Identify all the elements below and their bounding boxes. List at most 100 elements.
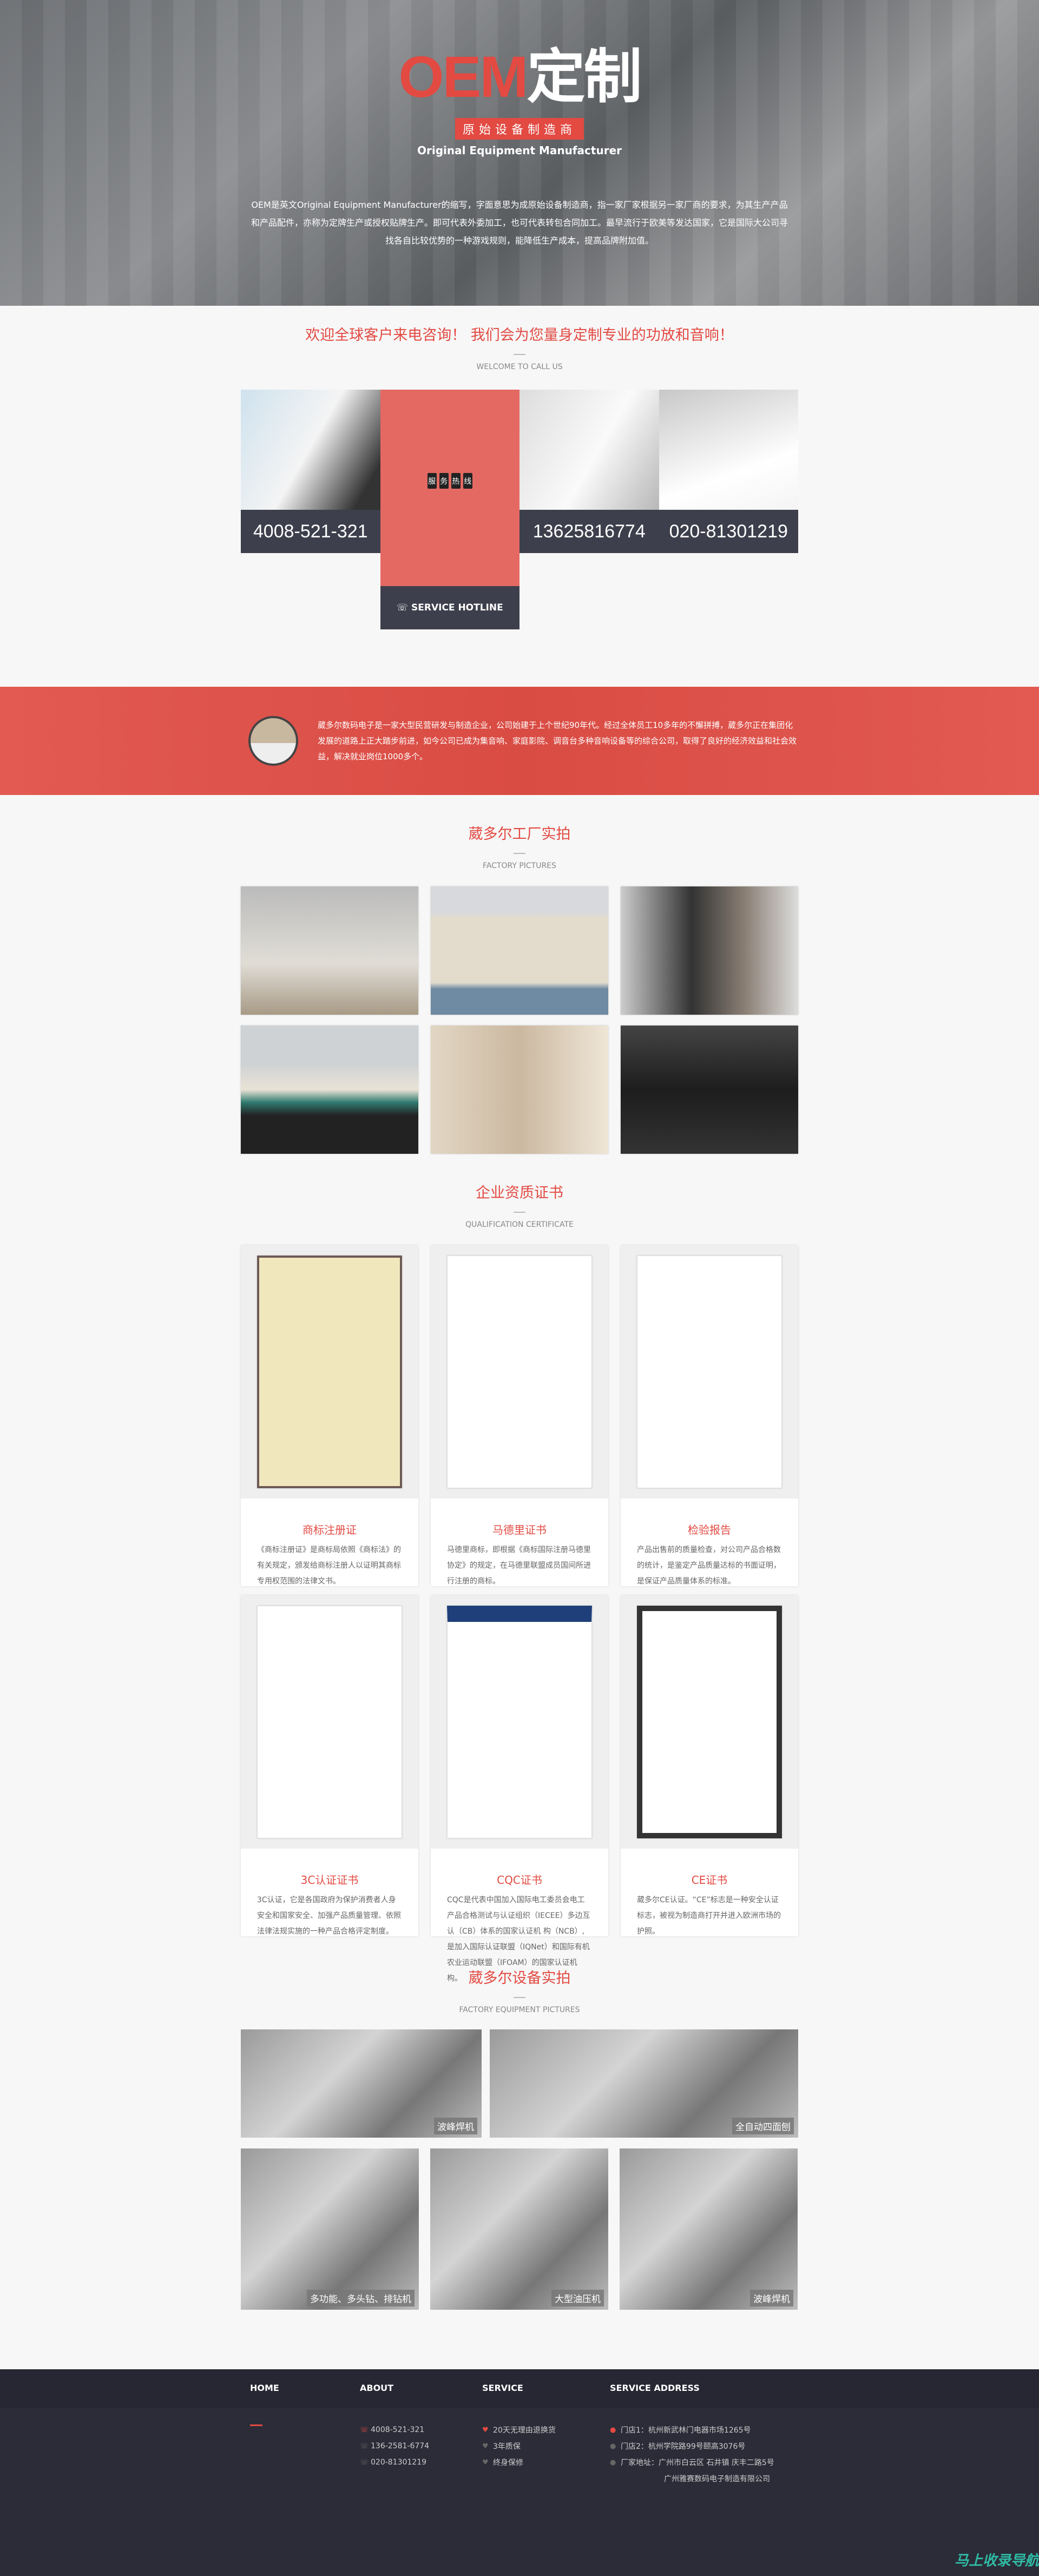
hero-title: OEM定制 <box>0 0 1039 106</box>
map-pin-icon: ● <box>610 2442 616 2450</box>
cert-desc: 产品出售前的质量检查，对公司产品合格数的统计，是鉴定产品质量达标的书面证明，是保… <box>637 1546 781 1586</box>
welcome-title: 欢迎全球客户来电咨询！ 我们会为您量身定制专业的功放和音响！ <box>305 327 734 344</box>
phone-number[interactable]: 4008-521-321 <box>241 510 380 553</box>
hotline-tile-3: 13625816774 <box>520 390 659 553</box>
company-photo-avatar <box>248 716 298 766</box>
service-item: ♥ 3年质保 <box>482 2438 610 2454</box>
factory-photo[interactable] <box>431 1026 608 1154</box>
watermark-logo: 马上收录导航 <box>954 2553 1039 2569</box>
certs-subtitle: QUALIFICATION CERTIFICATE <box>465 1220 574 1229</box>
hero-description: OEM是英文Original Equipment Manufacturer的缩写… <box>251 200 788 246</box>
footer-col-home: HOME <box>241 2383 360 2487</box>
service-item: ♥ 20天无理由退换货 <box>482 2422 610 2438</box>
footer-col-about: ABOUT ☏ 4008-521-321 ☏ 136-2581-6774 ☏ 020-… <box>360 2383 482 2487</box>
hotline-char: 线 <box>463 473 472 489</box>
service-text: 3年质保 <box>493 2442 521 2451</box>
phone-icon: ☏ <box>360 2442 369 2450</box>
factory-photo[interactable] <box>621 1026 798 1154</box>
equipment-caption: 波峰焊机 <box>750 2290 793 2306</box>
hotline-tile-center: 服务热线 ☏ SERVICE HOTLINE <box>380 390 520 629</box>
cert-card[interactable]: 马德里证书马德里商标，即根据《商标国际注册马德里协定》的规定，在马德里联盟成员国… <box>431 1245 608 1586</box>
factory-photo[interactable] <box>621 886 798 1015</box>
factory-photo[interactable] <box>431 886 608 1015</box>
address-item: ● 厂家地址：广州市白云区 石井镇 庆丰二路5号 <box>610 2454 798 2470</box>
cert-card[interactable]: 商标注册证《商标注册证》是商标局依照《商标法》的有关规定，颁发给商标注册人以证明… <box>241 1245 418 1586</box>
equipment-title: 葳多尔设备实拍 <box>468 1970 571 1987</box>
hero-banner: OEM定制 原始设备制造商 Original Equipment Manufac… <box>0 0 1039 306</box>
equipment-photo[interactable]: 大型油压机 <box>430 2148 608 2310</box>
company-name: 广州雅赛数码电子制造有限公司 <box>664 2475 770 2483</box>
cert-image <box>621 1245 798 1499</box>
service-hotline-button[interactable]: ☏ SERVICE HOTLINE <box>380 586 520 629</box>
footer-col-service: SERVICE ♥ 20天无理由退换货 ♥ 3年质保 ♥ 终身保修 <box>482 2383 610 2487</box>
address-text: 门店1：杭州新武林门电器市场1265号 <box>621 2426 751 2435</box>
service-text: 终身保修 <box>493 2459 523 2467</box>
hero-badge: 原始设备制造商 <box>455 118 584 140</box>
address-item: ● 门店1：杭州新武林门电器市场1265号 <box>610 2422 798 2438</box>
equipment-caption: 多功能、多头钻、排钻机 <box>307 2290 415 2306</box>
equipment-photo[interactable]: 波峰焊机 <box>620 2148 798 2310</box>
hotline-char: 务 <box>439 473 449 489</box>
cert-desc: 《商标注册证》是商标局依照《商标法》的有关规定，颁发给商标注册人以证明其商标专用… <box>257 1546 401 1586</box>
cert-card[interactable]: CQC证书 CQC是代表中国加入国际电工委员会电工产品合格测试与认证组织（IECE… <box>431 1595 608 1983</box>
cert-image <box>431 1245 608 1499</box>
service-text: 20天无理由退换货 <box>493 2426 556 2435</box>
footer-about-link[interactable]: ABOUT <box>360 2369 482 2408</box>
service-item: ♥ 终身保修 <box>482 2454 610 2470</box>
factory-photo[interactable] <box>241 1026 418 1154</box>
equipment-photo[interactable]: 波峰焊机 <box>241 2029 482 2138</box>
cert-desc: 葳多尔CE认证。“CE”标志是一种安全认证标志，被视为制造商打开并进入欧洲市场的… <box>637 1896 781 1936</box>
phone-number[interactable]: 13625816774 <box>520 510 659 553</box>
phone-text: 020-81301219 <box>371 2458 427 2467</box>
address-text: 厂家地址：广州市白云区 石井镇 庆丰二路5号 <box>621 2459 774 2467</box>
hotline-char: 热 <box>451 473 461 489</box>
heart-icon: ♥ <box>482 2458 489 2467</box>
cert-desc: 3C认证，它是各国政府为保护消费者人身安全和国家安全、加强产品质量管理、依照法律… <box>257 1896 401 1936</box>
service-hotline-label: SERVICE HOTLINE <box>411 602 503 613</box>
cert-image <box>621 1595 798 1849</box>
phone-text: 4008-521-321 <box>371 2426 425 2434</box>
divider <box>514 1212 525 1213</box>
welcome-section: 欢迎全球客户来电咨询！ 我们会为您量身定制专业的功放和音响！ WELCOME T… <box>0 306 1039 695</box>
footer-phone[interactable]: ☏ 020-81301219 <box>360 2454 482 2470</box>
equipment-photo[interactable]: 多功能、多头钻、排钻机 <box>241 2148 419 2310</box>
hero-title-custom: 定制 <box>527 44 642 109</box>
address-item: ● 门店2：杭州学院路99号颐高3076号 <box>610 2438 798 2454</box>
footer-service-link[interactable]: SERVICE <box>482 2369 610 2408</box>
map-pin-icon: ● <box>610 2458 616 2467</box>
phone-number[interactable]: 020-81301219 <box>659 510 798 553</box>
factory-title: 葳多尔工厂实拍 <box>468 826 571 843</box>
address-text: 门店2：杭州学院路99号颐高3076号 <box>621 2442 746 2451</box>
footer-phone[interactable]: ☏ 4008-521-321 <box>360 2422 482 2438</box>
hotline-char: 服 <box>427 473 437 489</box>
divider <box>514 1997 525 1998</box>
heart-icon: ♥ <box>482 2426 489 2434</box>
cert-image <box>241 1595 418 1849</box>
cert-image <box>241 1245 418 1499</box>
footer: HOME ABOUT ☏ 4008-521-321 ☏ 136-2581-6774 … <box>0 2369 1039 2576</box>
accent-line <box>250 2424 262 2426</box>
cert-card[interactable]: 3C认证证书 3C认证，它是各国政府为保护消费者人身安全和国家安全、加强产品质量管… <box>241 1595 418 1936</box>
cert-card[interactable]: 检验报告产品出售前的质量检查，对公司产品合格数的统计，是鉴定产品质量达标的书面证… <box>621 1245 798 1586</box>
footer-home-link[interactable]: HOME <box>250 2369 360 2408</box>
cert-card[interactable]: CE证书 葳多尔CE认证。“CE”标志是一种安全认证标志，被视为制造商打开并进入欧… <box>621 1595 798 1936</box>
phone-text: 136-2581-6774 <box>371 2442 430 2450</box>
footer-phone[interactable]: ☏ 136-2581-6774 <box>360 2438 482 2454</box>
cert-name: 商标注册证 <box>303 1523 357 1536</box>
footer-address-heading: SERVICE ADDRESS <box>610 2383 700 2393</box>
factory-photo[interactable] <box>241 886 418 1015</box>
cert-name: 检验报告 <box>688 1523 731 1536</box>
about-text: 葳多尔数码电子是一家大型民营研发与制造企业，公司始建于上个世纪90年代。经过全体… <box>318 720 797 761</box>
footer-col-address: SERVICE ADDRESS ● 门店1：杭州新武林门电器市场1265号 ● 门店… <box>610 2383 798 2487</box>
factory-subtitle: FACTORY PICTURES <box>483 862 556 870</box>
hotline-label: 服务热线 <box>380 473 520 489</box>
equipment-photo[interactable]: 全自动四面刨 <box>490 2029 798 2138</box>
equipment-caption: 波峰焊机 <box>434 2118 477 2134</box>
cert-name: 马德里证书 <box>492 1523 547 1536</box>
equipment-section: 葳多尔设备实拍 FACTORY EQUIPMENT PICTURES 波峰焊机 … <box>0 1936 1039 2310</box>
equipment-caption: 大型油压机 <box>551 2290 604 2306</box>
phone-icon: ☏ <box>396 602 409 613</box>
hotline-tile-4: 020-81301219 <box>659 390 798 553</box>
cert-desc: 马德里商标，即根据《商标国际注册马德里协定》的规定，在马德里联盟成员国间所进行注… <box>447 1546 591 1586</box>
about-band: 葳多尔数码电子是一家大型民营研发与制造企业，公司始建于上个世纪90年代。经过全体… <box>0 687 1039 795</box>
